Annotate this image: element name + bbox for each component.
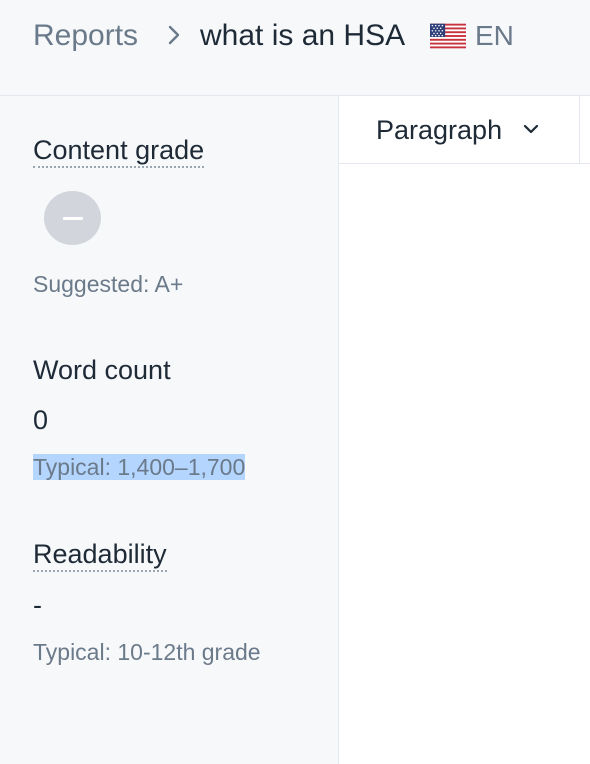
chevron-down-icon: [523, 124, 539, 134]
breadcrumb-reports-link[interactable]: Reports: [33, 16, 138, 56]
dash-icon: [63, 217, 83, 220]
content-grade-heading[interactable]: Content grade: [33, 133, 205, 168]
content-grade-badge: [44, 191, 101, 245]
block-type-label: Paragraph: [376, 115, 503, 145]
block-type-dropdown[interactable]: Paragraph: [339, 96, 580, 163]
us-flag-icon[interactable]: [430, 23, 466, 49]
content-metrics-sidebar: Content grade Suggested: A+ Word count 0…: [0, 96, 339, 764]
editor-toolbar: Paragraph: [339, 96, 590, 164]
word-count-typical: Typical: 1,400–1,700: [33, 452, 246, 482]
readability-value: -: [33, 590, 42, 620]
top-header: Reports what is an HSA EN: [0, 0, 590, 96]
chevron-right-icon: [168, 25, 180, 45]
readability-heading[interactable]: Readability: [33, 537, 167, 572]
word-count-heading: Word count: [33, 355, 171, 385]
word-count-typical-text: Typical: 1,400–1,700: [33, 454, 246, 480]
editor-content-area[interactable]: [339, 164, 590, 764]
readability-typical: Typical: 10-12th grade: [33, 639, 261, 665]
content-grade-label[interactable]: Content grade: [33, 135, 205, 168]
content-grade-suggested: Suggested: A+: [33, 271, 184, 297]
document-title: what is an HSA: [200, 19, 406, 52]
readability-label[interactable]: Readability: [33, 539, 167, 572]
editor-panel: Paragraph: [339, 96, 590, 764]
word-count-value: 0: [33, 405, 49, 435]
language-selector[interactable]: EN: [475, 16, 514, 56]
